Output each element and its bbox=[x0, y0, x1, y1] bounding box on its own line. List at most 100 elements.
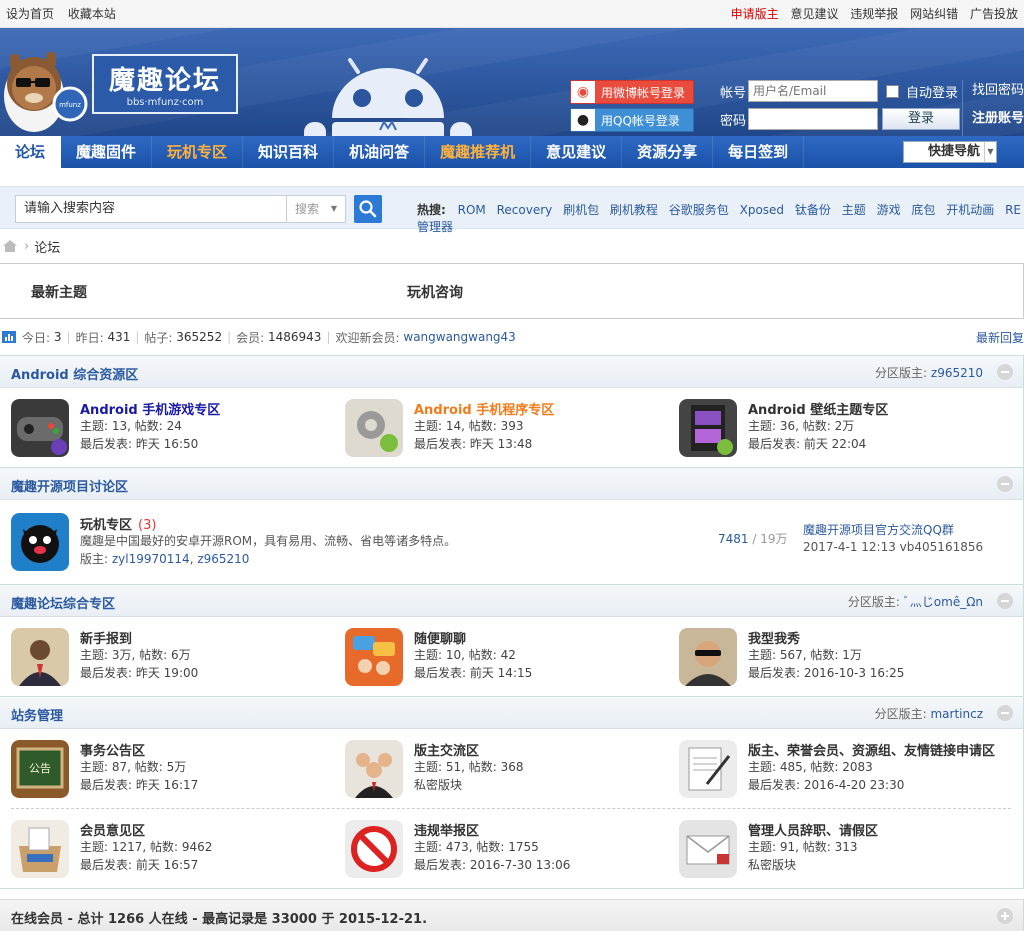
alpaca-mascot-icon[interactable]: mfunz bbox=[4, 36, 88, 132]
envelope-icon[interactable] bbox=[679, 820, 737, 878]
category-title[interactable]: 魔趣论坛综合专区 bbox=[11, 593, 115, 612]
forum-stats: 主题: 91, 帖数: 313 bbox=[748, 840, 858, 854]
forum-name[interactable]: 管理人员辞职、请假区 bbox=[748, 820, 878, 839]
moderator-link[interactable]: martincz bbox=[930, 707, 983, 721]
prohibited-icon[interactable] bbox=[345, 820, 403, 878]
gamepad-icon[interactable] bbox=[11, 399, 69, 457]
forum-name[interactable]: 玩机专区 (3) bbox=[80, 514, 156, 533]
forum-name[interactable]: Android 手机程序专区 bbox=[414, 399, 554, 418]
latest-reply-link[interactable]: 最新回复 bbox=[976, 329, 1024, 346]
tab-newest-topics[interactable]: 最新主题 bbox=[31, 282, 87, 302]
hot-search-item[interactable]: 底包 bbox=[911, 203, 935, 217]
feedback-box-icon[interactable] bbox=[11, 820, 69, 878]
nav-recommended-phones[interactable]: 魔趣推荐机 bbox=[425, 136, 532, 168]
forgot-password-link[interactable]: 找回密码 bbox=[972, 80, 1024, 108]
bulletin-board-icon[interactable]: 公告 bbox=[11, 740, 69, 798]
welcome-label: 欢迎新会员: bbox=[335, 330, 400, 345]
forum-name[interactable]: 随便聊聊 bbox=[414, 628, 466, 647]
login-button[interactable]: 登录 bbox=[882, 108, 960, 130]
hot-search-item[interactable]: 钛备份 bbox=[795, 203, 831, 217]
report-link[interactable]: 违规举报 bbox=[850, 7, 898, 21]
bookmark-link[interactable]: 收藏本站 bbox=[68, 7, 116, 21]
forum-name[interactable]: Android 手机游戏专区 bbox=[80, 399, 220, 418]
password-input[interactable] bbox=[748, 108, 878, 130]
document-pen-icon[interactable] bbox=[679, 740, 737, 798]
quick-nav-dropdown[interactable]: 快捷导航 ▼ bbox=[903, 141, 997, 163]
breadcrumb-separator: › bbox=[24, 238, 30, 254]
advertise-link[interactable]: 广告投放 bbox=[970, 7, 1018, 21]
forum-name[interactable]: 版主交流区 bbox=[414, 740, 479, 759]
category-title[interactable]: Android 综合资源区 bbox=[11, 364, 138, 383]
hot-search-item[interactable]: 游戏 bbox=[877, 203, 901, 217]
new-member-link[interactable]: wangwangwang43 bbox=[403, 330, 515, 344]
today-label: 今日: bbox=[22, 330, 51, 345]
nav-forum[interactable]: 论坛 bbox=[0, 136, 62, 168]
search-icon[interactable] bbox=[354, 195, 382, 223]
site-logo[interactable]: 魔趣论坛 bbs·mfunz·com bbox=[92, 54, 238, 114]
hot-search-item[interactable]: 开机动画 bbox=[946, 203, 994, 217]
category-title[interactable]: 魔趣开源项目讨论区 bbox=[11, 476, 128, 495]
sunglasses-man-icon[interactable] bbox=[679, 628, 737, 686]
moderator-link[interactable]: zyl19970114 bbox=[112, 552, 190, 566]
search-input[interactable]: 请输入搜索内容 bbox=[15, 195, 287, 223]
nav-wiki[interactable]: 知识百科 bbox=[243, 136, 335, 168]
forum-name[interactable]: 事务公告区 bbox=[80, 740, 145, 759]
suggestion-link[interactable]: 意见建议 bbox=[790, 7, 838, 21]
forum-name[interactable]: 新手报到 bbox=[80, 628, 132, 647]
tab-phone-consult[interactable]: 玩机咨询 bbox=[407, 282, 463, 302]
online-members-text[interactable]: 在线会员 - 总计 1266 人在线 - 最高记录是 33000 于 2015-… bbox=[11, 908, 427, 927]
category-opensource: 魔趣开源项目讨论区 玩机专区 (3) 魔趣是中国最好的安卓开源ROM，具有易用、流… bbox=[0, 468, 1024, 585]
hot-search-item[interactable]: 刷机教程 bbox=[610, 203, 658, 217]
forum-name[interactable]: 会员意见区 bbox=[80, 820, 145, 839]
qq-login-button[interactable]: ● 用QQ帐号登录 bbox=[570, 108, 694, 132]
logo-title: 魔趣论坛 bbox=[108, 66, 221, 96]
nav-resources[interactable]: 资源分享 bbox=[622, 136, 714, 168]
breadcrumb-current[interactable]: 论坛 bbox=[34, 237, 60, 256]
gear-icon[interactable] bbox=[345, 399, 403, 457]
chat-people-icon[interactable] bbox=[345, 628, 403, 686]
set-homepage-link[interactable]: 设为首页 bbox=[6, 7, 54, 21]
hot-search-item[interactable]: 刷机包 bbox=[563, 203, 599, 217]
forum-name[interactable]: Android 壁纸主题专区 bbox=[748, 399, 888, 418]
site-correction-link[interactable]: 网站纠错 bbox=[910, 7, 958, 21]
meeting-people-icon[interactable] bbox=[345, 740, 403, 798]
moderator-link[interactable]: z965210 bbox=[931, 366, 983, 380]
moderator-link[interactable]: z965210 bbox=[197, 552, 249, 566]
auto-login-checkbox[interactable] bbox=[886, 84, 899, 98]
hot-search-item[interactable]: Xposed bbox=[740, 203, 784, 217]
collapse-icon[interactable] bbox=[997, 476, 1013, 492]
hot-search-item[interactable]: 谷歌服务包 bbox=[669, 203, 729, 217]
hot-search-item[interactable]: ROM bbox=[458, 203, 486, 217]
search-type-select[interactable]: 搜索 ▼ bbox=[286, 195, 346, 223]
nav-qa[interactable]: 机油问答 bbox=[334, 136, 426, 168]
collapse-icon[interactable] bbox=[997, 593, 1013, 609]
expand-icon[interactable] bbox=[997, 908, 1013, 924]
forum-name[interactable]: 违规举报区 bbox=[414, 820, 479, 839]
account-input[interactable] bbox=[748, 80, 878, 102]
film-strip-icon[interactable] bbox=[679, 399, 737, 457]
last-post-title[interactable]: 魔趣开源项目官方交流QQ群 bbox=[803, 521, 954, 538]
mascot-pig-icon[interactable] bbox=[11, 513, 69, 571]
apply-moderator-link[interactable]: 申请版主 bbox=[731, 7, 779, 21]
forum-name[interactable]: 版主、荣誉会员、资源组、友情链接申请区 bbox=[748, 740, 995, 759]
chevron-down-icon: ▼ bbox=[330, 204, 337, 213]
nav-firmware[interactable]: 魔趣固件 bbox=[61, 136, 153, 168]
forum-stats: 主题: 473, 帖数: 1755 bbox=[414, 840, 539, 854]
posts-label: 帖子: bbox=[144, 330, 173, 345]
nav-checkin[interactable]: 每日签到 bbox=[713, 136, 805, 168]
nav-suggestions[interactable]: 意见建议 bbox=[531, 136, 623, 168]
forum-grid: 新手报到 主题: 3万, 帖数: 6万 最后发表: 昨天 19:00 随便聊聊 … bbox=[0, 617, 1023, 696]
hot-search-item[interactable]: 主题 bbox=[842, 203, 866, 217]
hot-search-item[interactable]: Recovery bbox=[497, 203, 553, 217]
register-link[interactable]: 注册账号 bbox=[972, 108, 1024, 136]
businessman-icon[interactable] bbox=[11, 628, 69, 686]
topic-count: 7481 bbox=[718, 532, 749, 546]
forum-name[interactable]: 我型我秀 bbox=[748, 628, 800, 647]
category-title[interactable]: 站务管理 bbox=[11, 705, 63, 724]
weibo-login-button[interactable]: ◉ 用微博帐号登录 bbox=[570, 80, 694, 104]
moderator-link[interactable]: ﾞ灬じomê_Ωn bbox=[904, 595, 983, 609]
collapse-icon[interactable] bbox=[997, 705, 1013, 721]
home-icon[interactable] bbox=[2, 239, 18, 253]
collapse-icon[interactable] bbox=[997, 364, 1013, 380]
nav-play-zone[interactable]: 玩机专区 bbox=[152, 136, 244, 168]
